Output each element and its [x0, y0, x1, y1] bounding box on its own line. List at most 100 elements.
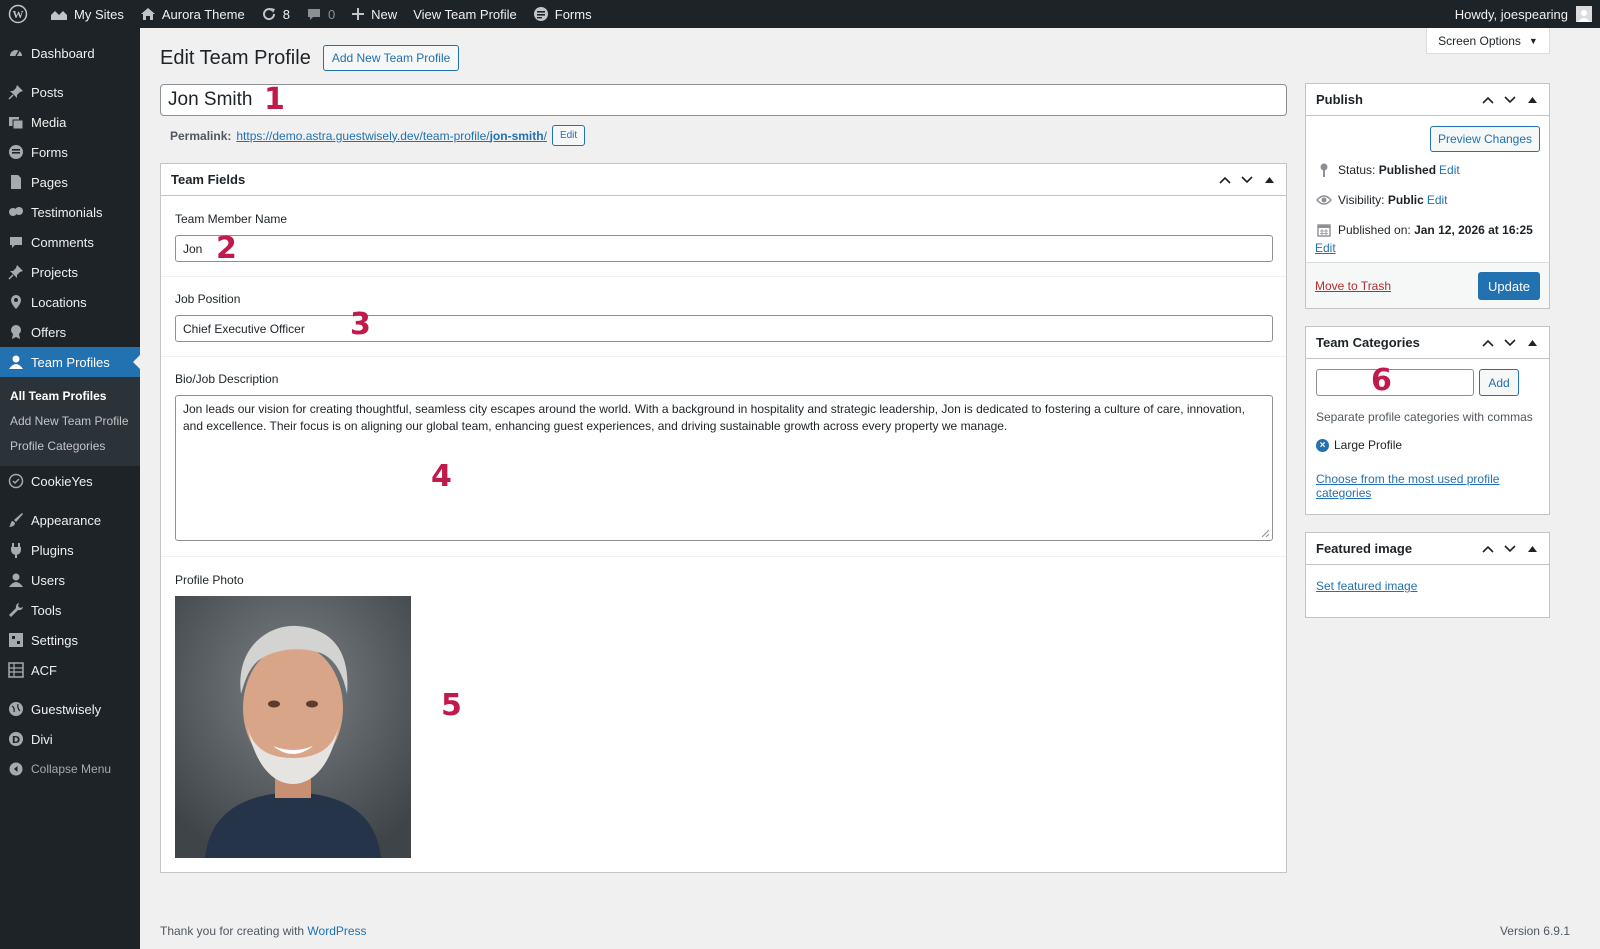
sidebar-item-settings[interactable]: Settings — [0, 625, 140, 655]
add-category-button[interactable]: Add — [1479, 369, 1519, 396]
category-tag-label: Large Profile — [1334, 438, 1403, 452]
set-featured-image-link[interactable]: Set featured image — [1316, 579, 1417, 593]
sidebar-item-projects[interactable]: Projects — [0, 257, 140, 287]
update-button[interactable]: Update — [1478, 272, 1540, 300]
eye-icon — [1316, 194, 1332, 206]
collapse-menu-button[interactable]: Collapse Menu — [0, 754, 140, 784]
collapse-icon — [8, 761, 24, 777]
edit-permalink-button[interactable]: Edit — [551, 125, 586, 146]
sidebar-item-locations[interactable]: Locations — [0, 287, 140, 317]
bio-value: Jon leads our vision for creating though… — [183, 402, 1245, 433]
field-divider — [161, 556, 1286, 557]
field-divider — [161, 276, 1286, 277]
wordpress-logo-button[interactable]: W — [0, 0, 42, 28]
main-content: Screen Options ▼ Edit Team Profile Add N… — [160, 28, 1600, 949]
move-down-button[interactable] — [1236, 169, 1258, 191]
wordpress-link[interactable]: WordPress — [307, 924, 366, 938]
new-label: New — [371, 6, 398, 22]
sidebar-item-pages[interactable]: Pages — [0, 167, 140, 197]
post-title-input[interactable]: Jon Smith — [160, 84, 1287, 116]
job-position-input[interactable]: Chief Executive Officer — [175, 315, 1273, 342]
new-content-menu[interactable]: New — [343, 0, 405, 28]
annotation-4: 4 — [431, 459, 452, 494]
featured-image-box: Featured image Set featured image — [1305, 532, 1550, 618]
collapse-label: Collapse Menu — [31, 762, 112, 776]
sidebar-item-acf[interactable]: ACF — [0, 655, 140, 685]
move-down-button[interactable] — [1499, 89, 1521, 111]
move-up-button[interactable] — [1477, 538, 1499, 560]
toggle-panel-button[interactable] — [1258, 169, 1280, 191]
move-down-button[interactable] — [1499, 538, 1521, 560]
move-up-button[interactable] — [1477, 332, 1499, 354]
status-row: Status: Published Edit — [1316, 163, 1460, 177]
sidebar-item-forms[interactable]: Forms — [0, 137, 140, 167]
sidebar-item-label: Posts — [31, 84, 64, 100]
sidebar-item-testimonials[interactable]: Testimonials — [0, 197, 140, 227]
move-up-button[interactable] — [1477, 89, 1499, 111]
team-member-name-input[interactable]: Jon — [175, 235, 1273, 262]
preview-changes-button[interactable]: Preview Changes — [1430, 126, 1540, 152]
submenu-profile-categories[interactable]: Profile Categories — [0, 433, 140, 458]
cookie-icon — [8, 473, 24, 489]
submenu-all-team-profiles[interactable]: All Team Profiles — [0, 383, 140, 408]
grid-icon — [8, 662, 24, 678]
publish-heading: Publish — [1316, 92, 1363, 107]
move-up-button[interactable] — [1214, 169, 1236, 191]
sidebar-item-tools[interactable]: Tools — [0, 595, 140, 625]
permalink-row: Permalink: https://demo.astra.guestwisel… — [170, 125, 586, 146]
move-to-trash-link[interactable]: Move to Trash — [1315, 279, 1391, 293]
edit-published-date-link[interactable]: Edit — [1315, 241, 1336, 255]
calendar-icon — [1316, 223, 1332, 237]
view-team-profile-link[interactable]: View Team Profile — [405, 0, 525, 28]
sidebar-item-plugins[interactable]: Plugins — [0, 535, 140, 565]
visibility-label: Visibility: — [1338, 193, 1385, 207]
status-value: Published — [1378, 163, 1437, 177]
sidebar-item-cookieyes[interactable]: CookieYes — [0, 466, 140, 496]
permalink-label: Permalink: — [170, 128, 232, 143]
sidebar-item-comments[interactable]: Comments — [0, 227, 140, 257]
choose-most-used-link[interactable]: Choose from the most used profile catego… — [1316, 472, 1536, 500]
profile-photo[interactable] — [175, 596, 411, 858]
submenu-add-new-team-profile[interactable]: Add New Team Profile — [0, 408, 140, 433]
new-category-input[interactable] — [1316, 369, 1474, 396]
forms-icon — [533, 6, 555, 22]
sidebar-item-guestwisely[interactable]: Guestwisely — [0, 694, 140, 724]
screen-options-button[interactable]: Screen Options ▼ — [1426, 28, 1550, 54]
comments-link[interactable]: 0 — [298, 0, 343, 28]
toggle-panel-button[interactable] — [1521, 538, 1543, 560]
testimonials-icon — [8, 204, 24, 220]
admin-bar: W My Sites Aurora Theme 8 0 New View Tea… — [0, 0, 1600, 28]
toggle-panel-button[interactable] — [1521, 89, 1543, 111]
sidebar-item-appearance[interactable]: Appearance — [0, 505, 140, 535]
remove-tag-icon[interactable]: × — [1316, 438, 1329, 452]
annotation-2: 2 — [216, 231, 237, 266]
comments-count: 0 — [327, 6, 336, 22]
forms-menu[interactable]: Forms — [525, 0, 600, 28]
toggle-panel-button[interactable] — [1521, 332, 1543, 354]
bio-textarea[interactable]: Jon leads our vision for creating though… — [175, 395, 1273, 541]
team-member-name-value: Jon — [183, 241, 203, 256]
sidebar-item-label: Dashboard — [31, 45, 95, 61]
sidebar-item-divi[interactable]: D Divi — [0, 724, 140, 754]
permalink-link[interactable]: https://demo.astra.guestwisely.dev/team-… — [236, 129, 547, 143]
sidebar-item-label: Plugins — [31, 542, 74, 558]
site-name-menu[interactable]: Aurora Theme — [132, 0, 253, 28]
sidebar-item-offers[interactable]: Offers — [0, 317, 140, 347]
team-member-name-label: Team Member Name — [175, 212, 288, 226]
sidebar-item-media[interactable]: Media — [0, 107, 140, 137]
resize-handle-icon[interactable] — [1260, 528, 1270, 538]
status-label: Status: — [1338, 163, 1376, 177]
updates-link[interactable]: 8 — [253, 0, 298, 28]
my-account-menu[interactable]: Howdy, joespearing — [1455, 6, 1600, 22]
sidebar-item-users[interactable]: Users — [0, 565, 140, 595]
edit-visibility-link[interactable]: Edit — [1427, 193, 1448, 207]
award-icon — [8, 324, 24, 340]
sidebar-item-posts[interactable]: Posts — [0, 77, 140, 107]
edit-status-link[interactable]: Edit — [1439, 163, 1460, 177]
move-down-button[interactable] — [1499, 332, 1521, 354]
sidebar-item-dashboard[interactable]: Dashboard — [0, 38, 140, 68]
sidebar-item-team-profiles[interactable]: Team Profiles — [0, 347, 140, 377]
add-new-team-profile-button[interactable]: Add New Team Profile — [322, 45, 460, 71]
published-value: Jan 12, 2026 at 16:25 — [1414, 223, 1533, 237]
my-sites-menu[interactable]: My Sites — [42, 0, 132, 28]
